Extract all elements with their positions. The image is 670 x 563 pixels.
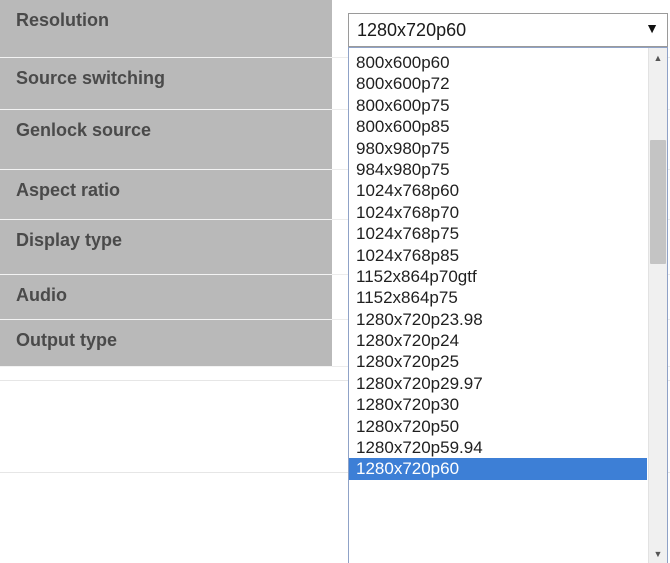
label-display-type: Display type: [16, 230, 123, 250]
chevron-down-icon[interactable]: ▼: [645, 20, 659, 36]
resolution-option[interactable]: 800x600p60: [349, 52, 647, 73]
row-resolution: Resolution: [0, 0, 332, 58]
resolution-option[interactable]: 1280x720p50: [349, 416, 647, 437]
resolution-dropdown-list[interactable]: 800x600p60 800x600p72 800x600p75 800x600p85…: [348, 47, 668, 563]
label-source-switching: Source switching: [16, 68, 166, 88]
resolution-option[interactable]: 1280x720p59.94: [349, 437, 647, 458]
resolution-option[interactable]: 984x980p75: [349, 159, 647, 180]
scrollbar-thumb[interactable]: [650, 140, 666, 264]
label-output-type: Output type: [16, 330, 117, 350]
dropdown-scrollbar[interactable]: ▲ ▼: [648, 48, 667, 563]
resolution-option[interactable]: 800x600p72: [349, 73, 647, 94]
resolution-option[interactable]: 980x980p75: [349, 138, 647, 159]
settings-panel: Resolution Source switching Genlock sour…: [0, 0, 670, 563]
resolution-option[interactable]: 1152x864p75: [349, 287, 647, 308]
resolution-option[interactable]: 800x600p85: [349, 116, 647, 137]
resolution-option[interactable]: 1152x864p70gtf: [349, 266, 647, 287]
resolution-option[interactable]: 1024x768p75: [349, 223, 647, 244]
row-genlock-source: Genlock source: [0, 110, 332, 170]
resolution-option[interactable]: 1280x720p29.97: [349, 373, 647, 394]
scroll-up-arrow-icon[interactable]: ▲: [649, 48, 667, 66]
resolution-select-value: 1280x720p60: [357, 20, 467, 40]
scroll-down-arrow-icon[interactable]: ▼: [649, 546, 667, 563]
row-aspect-ratio: Aspect ratio: [0, 170, 332, 220]
resolution-option[interactable]: 800x600p75: [349, 95, 647, 116]
resolution-option[interactable]: 1024x768p60: [349, 180, 647, 201]
resolution-option[interactable]: 1280x720p30: [349, 394, 647, 415]
label-genlock-source: Genlock source: [16, 120, 152, 140]
row-audio: Audio: [0, 275, 332, 320]
resolution-option[interactable]: 1280x720p60: [349, 458, 647, 480]
label-resolution: Resolution: [16, 10, 109, 30]
resolution-option[interactable]: 1024x768p70: [349, 202, 647, 223]
row-source-switching: Source switching: [0, 58, 332, 110]
row-display-type: Display type: [0, 220, 332, 275]
label-aspect-ratio: Aspect ratio: [16, 180, 121, 200]
resolution-option[interactable]: 1024x768p85: [349, 245, 647, 266]
label-audio: Audio: [16, 285, 67, 305]
row-output-type: Output type: [0, 320, 332, 367]
resolution-options: 800x600p60 800x600p72 800x600p75 800x600p85…: [349, 52, 647, 480]
resolution-option[interactable]: 1280x720p25: [349, 351, 647, 372]
resolution-select[interactable]: 1280x720p60 ▼: [348, 13, 668, 47]
resolution-option[interactable]: 1280x720p23.98: [349, 309, 647, 330]
resolution-option[interactable]: 1280x720p24: [349, 330, 647, 351]
